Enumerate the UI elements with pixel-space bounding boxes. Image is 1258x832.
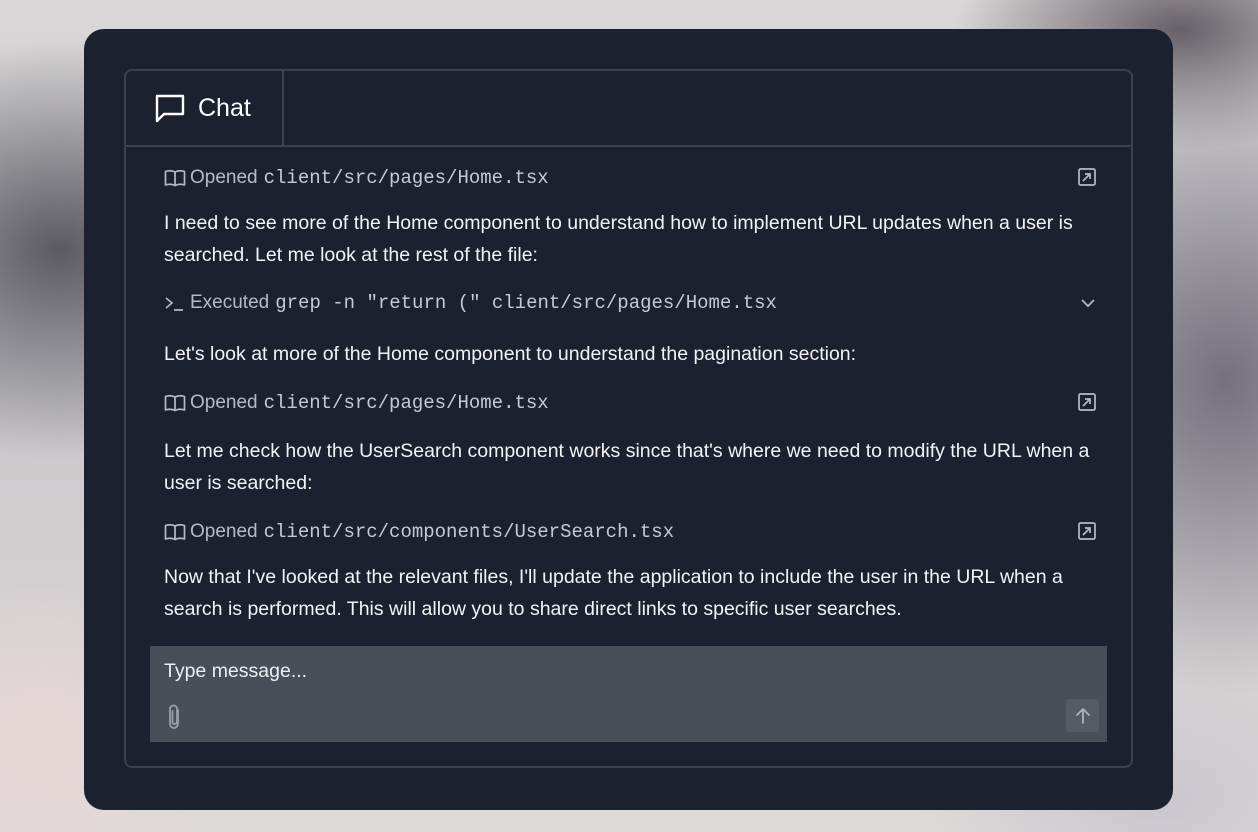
assistant-message: Let's look at more of the Home component…	[164, 343, 857, 365]
chat-panel: Chat Opened client/src/pages/Home.tsx I …	[124, 69, 1133, 768]
tool-action-executed[interactable]: Executed grep -n "return (" client/src/p…	[164, 290, 1097, 316]
book-open-icon	[164, 169, 190, 187]
assistant-message: Now that I've looked at the relevant fil…	[164, 566, 1063, 620]
file-path: client/src/pages/Home.tsx	[263, 392, 549, 414]
message-composer	[150, 646, 1107, 742]
file-path: client/src/components/UserSearch.tsx	[263, 521, 675, 543]
assistant-message: I need to see more of the Home component…	[164, 212, 1073, 266]
book-open-icon	[164, 523, 190, 541]
open-external-icon[interactable]	[1077, 392, 1097, 412]
command-text: grep -n "return (" client/src/pages/Home…	[275, 292, 777, 314]
open-external-icon[interactable]	[1077, 521, 1097, 541]
tool-action-opened: Opened client/src/components/UserSearch.…	[164, 519, 1097, 545]
tab-label: Chat	[198, 93, 251, 122]
assistant-message: Let me check how the UserSearch componen…	[164, 440, 1090, 494]
tool-action-opened: Opened client/src/pages/Home.tsx	[164, 165, 1097, 191]
send-button[interactable]	[1066, 699, 1099, 732]
arrow-up-icon	[1075, 707, 1090, 724]
tool-action-opened: Opened client/src/pages/Home.tsx	[164, 390, 1097, 416]
chat-bubble-icon	[154, 93, 186, 123]
message-input[interactable]	[164, 656, 1064, 686]
open-external-icon[interactable]	[1077, 167, 1097, 187]
chat-window: Chat Opened client/src/pages/Home.tsx I …	[84, 29, 1173, 810]
tab-chat[interactable]: Chat	[126, 71, 284, 145]
action-label: Opened	[190, 167, 258, 188]
action-label: Opened	[190, 392, 258, 413]
terminal-icon	[164, 294, 190, 312]
paperclip-icon[interactable]	[166, 704, 184, 735]
tab-bar: Chat	[126, 71, 1131, 147]
book-open-icon	[164, 394, 190, 412]
file-path: client/src/pages/Home.tsx	[263, 167, 549, 189]
action-label: Opened	[190, 521, 258, 542]
action-label: Executed	[190, 292, 270, 313]
chevron-down-icon[interactable]	[1079, 294, 1097, 312]
